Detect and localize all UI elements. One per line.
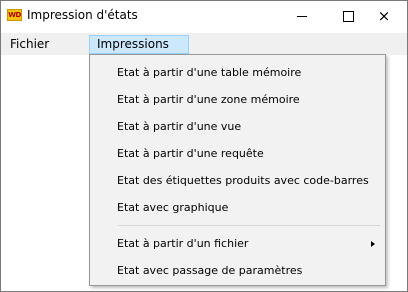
title-bar[interactable]: WD Impression d'états × xyxy=(1,1,407,31)
windev-app-icon: WD xyxy=(7,9,22,21)
impressions-dropdown-menu: Etat à partir d'une table mémoire Etat à… xyxy=(89,54,386,286)
menu-separator xyxy=(118,225,380,226)
submenu-arrow-icon xyxy=(371,241,375,247)
menu-item-requete[interactable]: Etat à partir d'une requête xyxy=(90,141,385,167)
menu-item-zone-memoire[interactable]: Etat à partir d'une zone mémoire xyxy=(90,87,385,113)
menu-bar: Fichier Impressions xyxy=(1,33,407,55)
menu-item-fichier-label: Etat à partir d'un fichier xyxy=(117,237,249,250)
menu-fichier[interactable]: Fichier xyxy=(3,35,56,54)
minimize-button[interactable] xyxy=(279,1,325,31)
menu-item-graphique[interactable]: Etat avec graphique xyxy=(90,195,385,221)
menu-item-passage-parametres[interactable]: Etat avec passage de paramètres xyxy=(90,258,385,284)
menu-item-fichier[interactable]: Etat à partir d'un fichier xyxy=(90,231,385,257)
menu-item-table-memoire[interactable]: Etat à partir d'une table mémoire xyxy=(90,60,385,86)
menu-item-etiquettes-code-barres[interactable]: Etat des étiquettes produits avec code-b… xyxy=(90,168,385,194)
close-button[interactable]: × xyxy=(361,1,407,31)
menu-item-vue[interactable]: Etat à partir d'une vue xyxy=(90,114,385,140)
minimize-icon xyxy=(297,15,307,17)
window-title: Impression d'états xyxy=(27,8,138,22)
close-icon: × xyxy=(377,6,391,25)
maximize-icon xyxy=(342,10,354,22)
menu-impressions[interactable]: Impressions xyxy=(89,35,189,54)
